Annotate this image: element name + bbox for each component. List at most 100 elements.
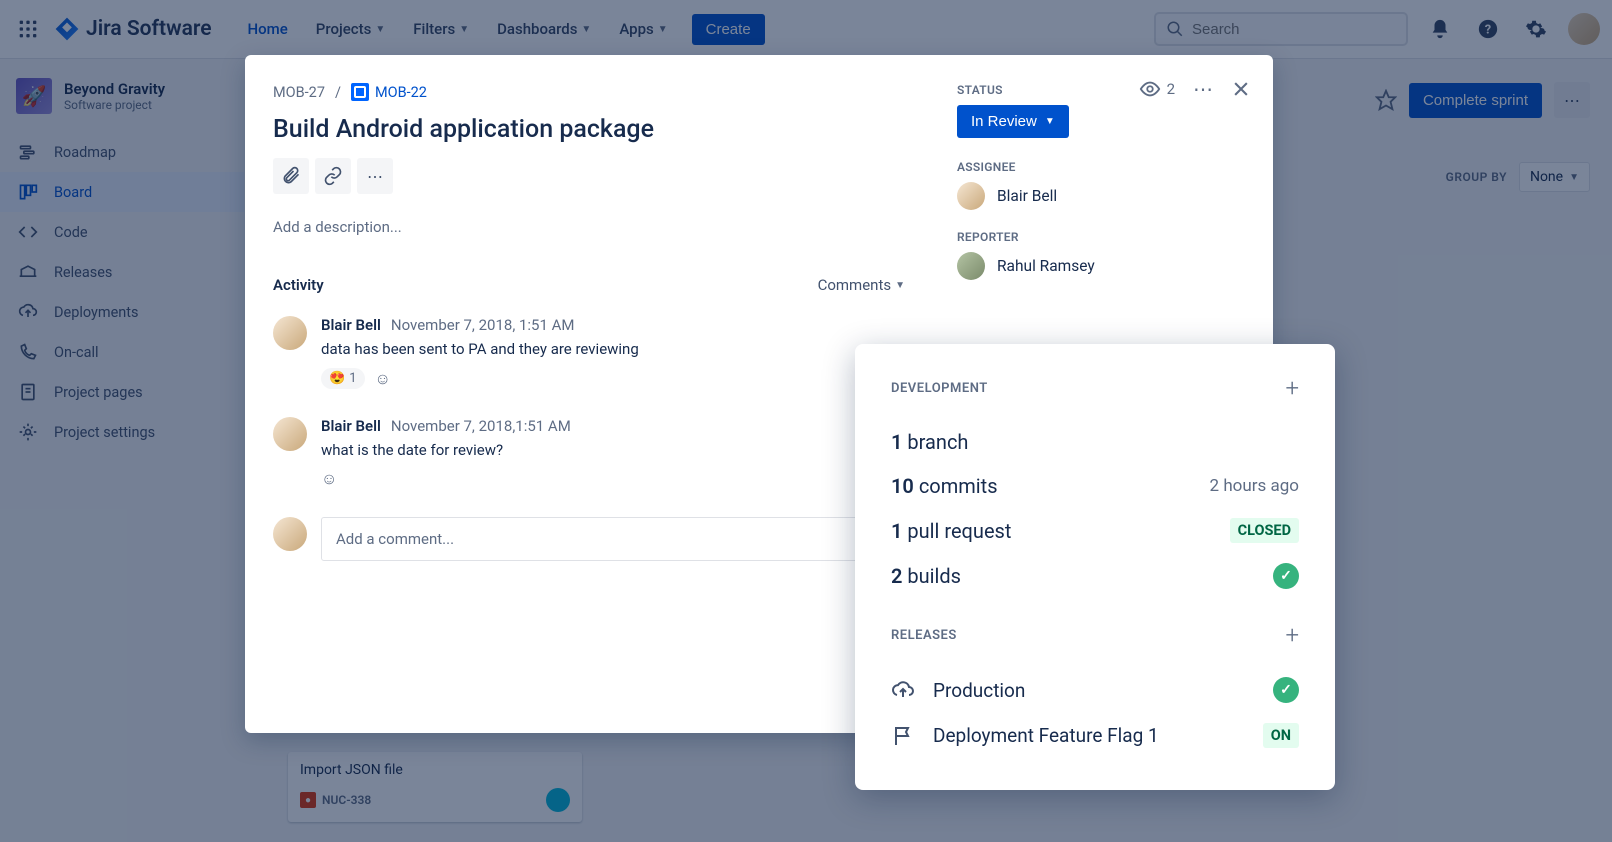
add-release-icon[interactable]: + bbox=[1285, 621, 1299, 649]
search-icon bbox=[1166, 20, 1184, 38]
nav-dashboards[interactable]: Dashboards▼ bbox=[485, 14, 603, 44]
flag-icon bbox=[891, 724, 917, 748]
board-icon bbox=[16, 182, 40, 202]
project-header[interactable]: 🚀 Beyond Gravity Software project bbox=[0, 78, 244, 132]
sidebar-oncall[interactable]: On-call bbox=[0, 332, 244, 372]
sidebar-deployments[interactable]: Deployments bbox=[0, 292, 244, 332]
chevron-down-icon: ▼ bbox=[658, 24, 668, 35]
pr-row[interactable]: 1 pull request CLOSED bbox=[891, 508, 1299, 553]
add-reaction-icon[interactable]: ☺ bbox=[321, 469, 337, 489]
nav-home[interactable]: Home bbox=[236, 14, 300, 44]
activity-filter[interactable]: Comments▼ bbox=[818, 276, 905, 294]
star-icon[interactable] bbox=[1375, 89, 1397, 111]
flag-name: Deployment Feature Flag 1 bbox=[933, 724, 1247, 747]
comment: Blair Bell November 7, 2018,1:51 AM what … bbox=[273, 417, 905, 489]
card-assignee-avatar[interactable] bbox=[546, 788, 570, 812]
oncall-icon bbox=[16, 342, 40, 362]
project-icon: 🚀 bbox=[16, 78, 52, 114]
sidebar-code[interactable]: Code bbox=[0, 212, 244, 252]
comment-text: data has been sent to PA and they are re… bbox=[321, 340, 905, 358]
assignee-field[interactable]: Blair Bell bbox=[957, 182, 1249, 210]
reaction-pill[interactable]: 😍1 bbox=[321, 368, 365, 389]
add-reaction-icon[interactable]: ☺ bbox=[375, 369, 391, 389]
card-title: Import JSON file bbox=[300, 762, 570, 778]
issue-title[interactable]: Build Android application package bbox=[273, 115, 905, 144]
assignee-name: Blair Bell bbox=[997, 187, 1057, 205]
gear-icon bbox=[16, 422, 40, 442]
comment-avatar[interactable] bbox=[273, 316, 307, 350]
chevron-down-icon: ▼ bbox=[375, 24, 385, 35]
development-panel: DEVELOPMENT + 1 branch 10 commits 2 hour… bbox=[855, 344, 1335, 790]
activity-title: Activity bbox=[273, 276, 324, 294]
product-logo[interactable]: Jira Software bbox=[54, 16, 212, 42]
group-by-control: GROUP BY None▼ bbox=[1446, 162, 1590, 192]
bug-icon: ● bbox=[300, 792, 316, 808]
sidebar-board[interactable]: Board bbox=[0, 172, 244, 212]
code-icon bbox=[16, 222, 40, 242]
close-icon[interactable] bbox=[1231, 79, 1251, 99]
sidebar-settings[interactable]: Project settings bbox=[0, 412, 244, 452]
release-row[interactable]: Production ✓ bbox=[891, 667, 1299, 713]
branch-row[interactable]: 1 branch bbox=[891, 420, 1299, 464]
sidebar-releases[interactable]: Releases bbox=[0, 252, 244, 292]
pages-icon bbox=[16, 382, 40, 402]
flag-row[interactable]: Deployment Feature Flag 1 ON bbox=[891, 713, 1299, 758]
current-issue-link[interactable]: MOB-22 bbox=[351, 83, 427, 101]
reporter-field[interactable]: Rahul Ramsey bbox=[957, 252, 1249, 280]
card-key: ●NUC-338 bbox=[300, 792, 371, 808]
dev-panel-header: DEVELOPMENT + bbox=[891, 374, 1299, 402]
reporter-avatar bbox=[957, 252, 985, 280]
nav-apps[interactable]: Apps▼ bbox=[607, 14, 679, 44]
assignee-label: ASSIGNEE bbox=[957, 160, 1249, 174]
comment-date: November 7, 2018, 1:51 AM bbox=[391, 316, 575, 334]
board-header-actions: Complete sprint ⋯ bbox=[1375, 82, 1590, 118]
current-user-avatar bbox=[273, 517, 307, 551]
releases-panel-header: RELEASES + bbox=[891, 621, 1299, 649]
parent-issue-link[interactable]: MOB-27 bbox=[273, 84, 325, 101]
issue-action-row: ⋯ bbox=[273, 158, 905, 194]
builds-row[interactable]: 2 builds ✓ bbox=[891, 553, 1299, 599]
attach-button[interactable] bbox=[273, 158, 309, 194]
add-dev-icon[interactable]: + bbox=[1285, 374, 1299, 402]
comment-date: November 7, 2018,1:51 AM bbox=[391, 417, 571, 435]
search-box[interactable] bbox=[1154, 12, 1408, 46]
sidebar-roadmap[interactable]: Roadmap bbox=[0, 132, 244, 172]
status-button[interactable]: In Review▼ bbox=[957, 105, 1069, 138]
description-field[interactable]: Add a description... bbox=[273, 218, 905, 236]
project-name: Beyond Gravity bbox=[64, 80, 165, 98]
board-card[interactable]: Import JSON file ●NUC-338 bbox=[288, 752, 582, 822]
search-input[interactable] bbox=[1192, 21, 1396, 38]
flag-status-badge: ON bbox=[1263, 723, 1299, 748]
group-by-select[interactable]: None▼ bbox=[1519, 162, 1590, 192]
comment-text: what is the date for review? bbox=[321, 441, 905, 459]
comment-avatar[interactable] bbox=[273, 417, 307, 451]
app-switcher-icon[interactable] bbox=[12, 13, 44, 45]
watch-button[interactable]: 2 bbox=[1139, 78, 1175, 100]
chevron-down-icon: ▼ bbox=[581, 24, 591, 35]
nav-filters[interactable]: Filters▼ bbox=[401, 14, 481, 44]
board-more-button[interactable]: ⋯ bbox=[1554, 82, 1590, 118]
settings-icon[interactable] bbox=[1520, 13, 1552, 45]
reporter-label: REPORTER bbox=[957, 230, 1249, 244]
complete-sprint-button[interactable]: Complete sprint bbox=[1409, 83, 1542, 118]
user-avatar[interactable] bbox=[1568, 13, 1600, 45]
comment-author[interactable]: Blair Bell bbox=[321, 417, 381, 435]
notifications-icon[interactable] bbox=[1424, 13, 1456, 45]
help-icon[interactable]: ? bbox=[1472, 13, 1504, 45]
cloud-upload-icon bbox=[891, 678, 917, 702]
comment-author[interactable]: Blair Bell bbox=[321, 316, 381, 334]
commits-row[interactable]: 10 commits 2 hours ago bbox=[891, 464, 1299, 508]
nav-right: ? bbox=[1154, 12, 1600, 46]
sidebar-pages[interactable]: Project pages bbox=[0, 372, 244, 412]
nav-projects[interactable]: Projects▼ bbox=[304, 14, 397, 44]
release-success-icon: ✓ bbox=[1273, 677, 1299, 703]
more-actions-button[interactable]: ⋯ bbox=[357, 158, 393, 194]
modal-more-icon[interactable]: ⋯ bbox=[1193, 77, 1213, 101]
create-button[interactable]: Create bbox=[692, 14, 765, 45]
svg-text:?: ? bbox=[1485, 23, 1491, 38]
comment-reactions: 😍1 ☺ bbox=[321, 368, 905, 389]
add-comment-input[interactable]: Add a comment... bbox=[321, 517, 905, 561]
build-success-icon: ✓ bbox=[1273, 563, 1299, 589]
sidebar: 🚀 Beyond Gravity Software project Roadma… bbox=[0, 60, 244, 842]
link-button[interactable] bbox=[315, 158, 351, 194]
